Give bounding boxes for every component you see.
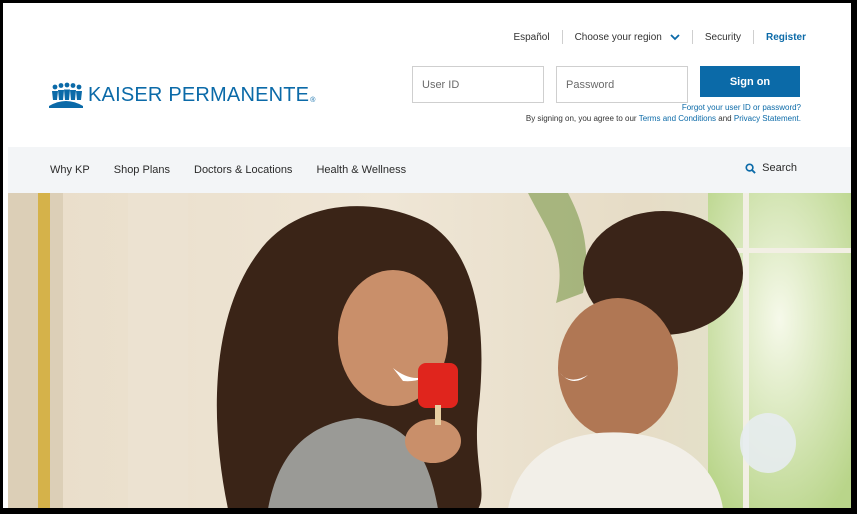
chevron-down-icon xyxy=(670,34,680,41)
forgot-credentials: Forgot your user ID or password? xyxy=(682,103,801,112)
kp-people-logo-icon xyxy=(49,82,83,108)
nav-why-kp[interactable]: Why KP xyxy=(50,164,90,176)
register-link[interactable]: Register xyxy=(754,32,806,43)
sign-on-button[interactable]: Sign on xyxy=(700,66,800,97)
user-id-input[interactable] xyxy=(412,66,544,103)
utility-bar: Español Choose your region Security Regi… xyxy=(501,30,806,44)
forgot-user-id-link[interactable]: Forgot your user ID or xyxy=(682,103,762,112)
terms-prefix: By signing on, you agree to our xyxy=(525,114,639,123)
search-label: Search xyxy=(762,162,797,174)
terms-link[interactable]: Terms and Conditions xyxy=(639,114,716,123)
brand-name: KAISER PERMANENTE xyxy=(88,83,310,106)
espanol-link[interactable]: Español xyxy=(501,32,561,43)
hero-photo-illustration xyxy=(8,193,851,508)
password-input[interactable] xyxy=(556,66,688,103)
nav-shop-plans[interactable]: Shop Plans xyxy=(114,164,170,176)
registered-mark: ® xyxy=(310,96,316,104)
kp-logo[interactable]: KAISER PERMANENTE ® xyxy=(48,82,315,108)
privacy-link[interactable]: Privacy Statement. xyxy=(734,114,801,123)
search-button[interactable]: Search xyxy=(745,162,797,174)
browser-frame: Español Choose your region Security Regi… xyxy=(0,0,857,514)
site-header: Español Choose your region Security Regi… xyxy=(8,6,851,143)
hero-image xyxy=(8,193,851,508)
search-icon xyxy=(745,162,756,174)
forgot-password-link[interactable]: password? xyxy=(762,103,801,112)
region-selector[interactable]: Choose your region xyxy=(563,32,692,43)
region-label: Choose your region xyxy=(574,31,662,43)
terms-notice: By signing on, you agree to our Terms an… xyxy=(526,114,801,123)
terms-and: and xyxy=(716,114,734,123)
security-link[interactable]: Security xyxy=(693,32,753,43)
main-nav: Why KP Shop Plans Doctors & Locations He… xyxy=(8,147,851,193)
nav-health-wellness[interactable]: Health & Wellness xyxy=(316,164,406,176)
nav-doctors-locations[interactable]: Doctors & Locations xyxy=(194,164,292,176)
